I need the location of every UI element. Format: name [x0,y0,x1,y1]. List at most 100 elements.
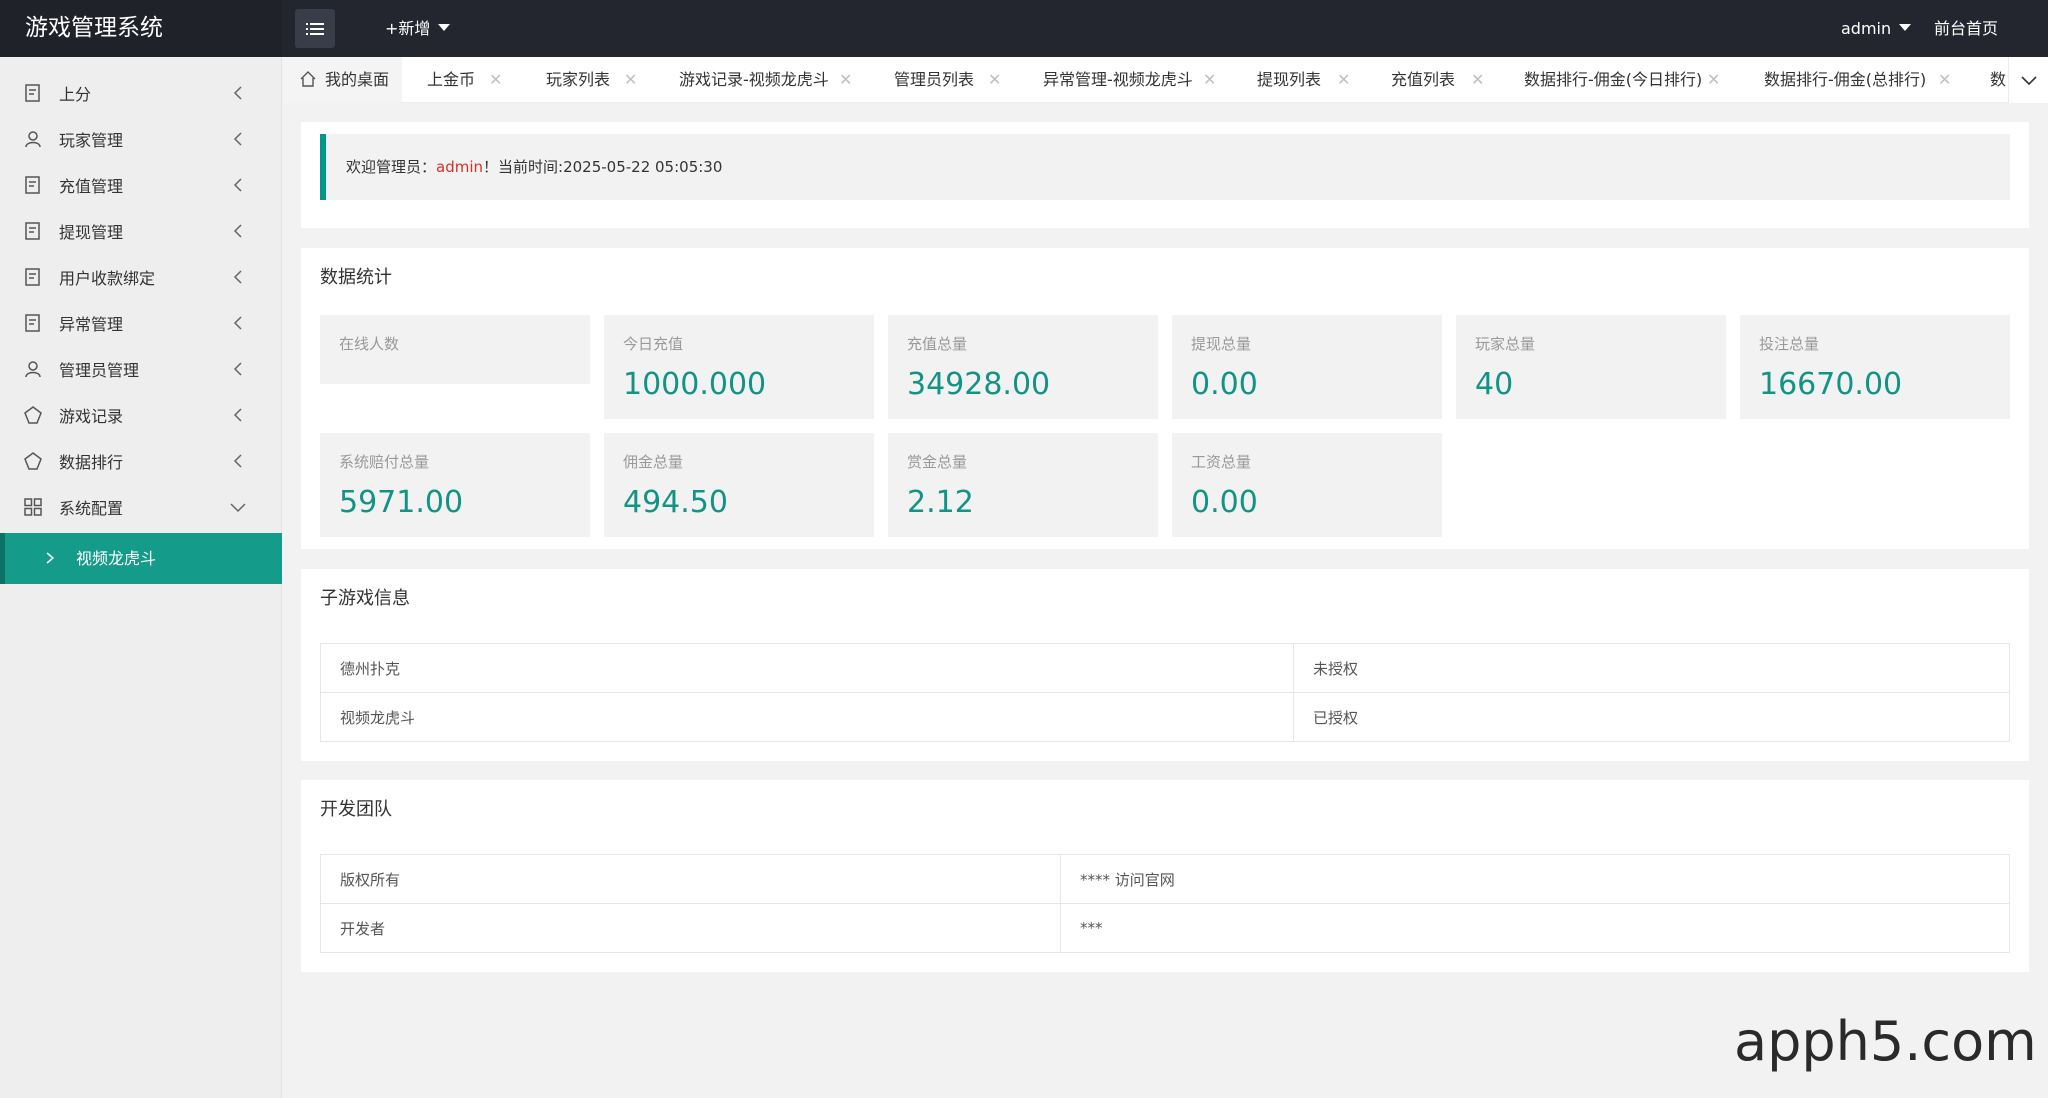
stat-online: 在线人数 [320,315,590,384]
chevron-right-icon [46,552,54,564]
table-row: 版权所有 **** 访问官网 [320,854,2010,904]
sidebar-item-rankings[interactable]: 数据排行 [0,438,282,484]
tabs-more-button[interactable] [2008,57,2048,103]
stat-total-players: 玩家总量 40 [1456,315,1726,419]
chevron-left-icon [233,224,242,238]
sidebar-item-game-records[interactable]: 游戏记录 [0,392,282,438]
stat-value: 34928.00 [907,367,1051,402]
sidebar-subitem-video-dragon-tiger[interactable]: 视频龙虎斗 [0,533,282,584]
sidebar-item-withdraw[interactable]: 提现管理 [0,208,282,254]
diamond-icon [24,452,42,470]
stat-value: 40 [1475,367,1514,402]
chevron-left-icon [233,178,242,192]
caret-down-icon [438,24,451,31]
tab-exceptions[interactable]: 异常管理-视频龙虎斗 ✕ [1043,57,1218,103]
sidebar-item-topup[interactable]: 上分 [0,70,282,116]
tab-my-desktop[interactable]: 我的桌面 [282,57,402,103]
tab-recharge-list[interactable]: 充值列表 ✕ [1391,57,1491,103]
stat-label: 系统赔付总量 [339,453,430,471]
stat-label: 赏金总量 [907,453,968,471]
tab-player-list[interactable]: 玩家列表 ✕ [546,57,676,103]
close-icon[interactable]: ✕ [988,57,1001,103]
close-icon[interactable]: ✕ [839,57,852,103]
tab-label: 数据排行-佣金(今日排行) [1524,70,1703,89]
stat-total-withdraw: 提现总量 0.00 [1172,315,1442,419]
receipt-icon [25,268,40,286]
stat-label: 提现总量 [1191,335,1252,353]
stat-value: 0.00 [1191,485,1258,520]
subgame-card: 子游戏信息 德州扑克 未授权 视频龙虎斗 已授权 [301,569,2029,761]
tab-add-coins[interactable]: 上金币 ✕ [427,57,542,103]
close-icon[interactable]: ✕ [489,57,502,103]
table-row: 开发者 *** [320,903,2010,953]
front-home-link[interactable]: 前台首页 [1934,0,1998,57]
welcome-prefix: 欢迎管理员： [346,158,437,176]
admin-label: admin [1841,19,1892,38]
close-icon[interactable]: ✕ [1938,57,1951,103]
close-icon[interactable]: ✕ [1203,57,1216,103]
top-header: 游戏管理系统 +新增 admin 前台首页 [0,0,2048,57]
tab-label: 异常管理-视频龙虎斗 [1043,70,1193,89]
tab-truncated[interactable]: 数 [1990,57,2008,103]
stat-label: 在线人数 [339,335,400,353]
admin-user-menu[interactable]: admin [1841,0,1912,57]
subgame-name: 视频龙虎斗 [320,692,1294,742]
stat-today-recharge: 今日充值 1000.000 [604,315,874,419]
tab-ranking-total[interactable]: 数据排行-佣金(总排行) ✕ [1764,57,1964,103]
home-icon [300,71,316,87]
chevron-left-icon [233,408,242,422]
sidebar-item-recharge[interactable]: 充值管理 [0,162,282,208]
add-new-menu[interactable]: +新增 [385,0,451,57]
stat-label: 工资总量 [1191,453,1252,471]
devteam-value[interactable]: **** 访问官网 [1060,854,2010,904]
sidebar-item-label: 数据排行 [59,453,124,472]
menu-icon [306,22,324,35]
sidebar-item-system-config[interactable]: 系统配置 [0,484,282,530]
sidebar-item-label: 充值管理 [59,177,124,196]
tab-ranking-today[interactable]: 数据排行-佣金(今日排行) ✕ [1524,57,1724,103]
tab-withdraw-list[interactable]: 提现列表 ✕ [1257,57,1357,103]
chevron-left-icon [233,454,242,468]
chevron-left-icon [233,362,242,376]
close-icon[interactable]: ✕ [624,57,637,103]
tab-label: 玩家列表 [546,70,611,89]
tab-game-records[interactable]: 游戏记录-视频龙虎斗 ✕ [679,57,854,103]
tab-label: 管理员列表 [894,70,975,89]
tab-label: 游戏记录-视频龙虎斗 [679,70,829,89]
sidebar-item-players[interactable]: 玩家管理 [0,116,282,162]
sidebar: 上分 玩家管理 充值管理 提现管理 用户收款绑定 异常管理 管理员管理 游戏记录 [0,57,282,1098]
watermark: apph5.com [1734,1010,2037,1073]
sidebar-item-exceptions[interactable]: 异常管理 [0,300,282,346]
menu-toggle-button[interactable] [295,9,335,48]
devteam-value: *** [1060,903,2010,953]
tabs-bar: 我的桌面 上金币 ✕ 玩家列表 ✕ 游戏记录-视频龙虎斗 ✕ 管理员列表 ✕ 异… [282,57,2048,103]
close-icon[interactable]: ✕ [1707,57,1720,103]
stat-label: 今日充值 [623,335,684,353]
tab-label: 数据排行-佣金(总排行) [1764,70,1927,89]
close-icon[interactable]: ✕ [1337,57,1350,103]
subgame-status: 未授权 [1293,643,2010,693]
receipt-icon [25,222,40,240]
stat-label: 玩家总量 [1475,335,1536,353]
sidebar-item-label: 游戏记录 [59,407,124,426]
stat-value: 16670.00 [1759,367,1903,402]
sidebar-item-admins[interactable]: 管理员管理 [0,346,282,392]
tab-label: 提现列表 [1257,70,1322,89]
add-new-label: +新增 [385,19,431,38]
tab-admin-list[interactable]: 管理员列表 ✕ [894,57,1014,103]
receipt-icon [25,176,40,194]
subgame-table: 德州扑克 未授权 视频龙虎斗 已授权 [320,643,2010,742]
tab-label: 上金币 [427,70,476,89]
app-logo: 游戏管理系统 [0,0,282,57]
sidebar-item-label: 异常管理 [59,315,124,334]
receipt-icon [25,84,40,102]
stat-value: 2.12 [907,485,974,520]
sidebar-item-label: 管理员管理 [59,361,140,380]
welcome-banner: 欢迎管理员：admin！当前时间:2025-05-22 05:05:30 [320,134,2010,200]
stat-total-bounty: 赏金总量 2.12 [888,433,1158,537]
stat-label: 佣金总量 [623,453,684,471]
devteam-table: 版权所有 **** 访问官网 开发者 *** [320,854,2010,953]
sidebar-item-payment-binding[interactable]: 用户收款绑定 [0,254,282,300]
close-icon[interactable]: ✕ [1471,57,1484,103]
sidebar-item-label: 上分 [59,85,92,104]
